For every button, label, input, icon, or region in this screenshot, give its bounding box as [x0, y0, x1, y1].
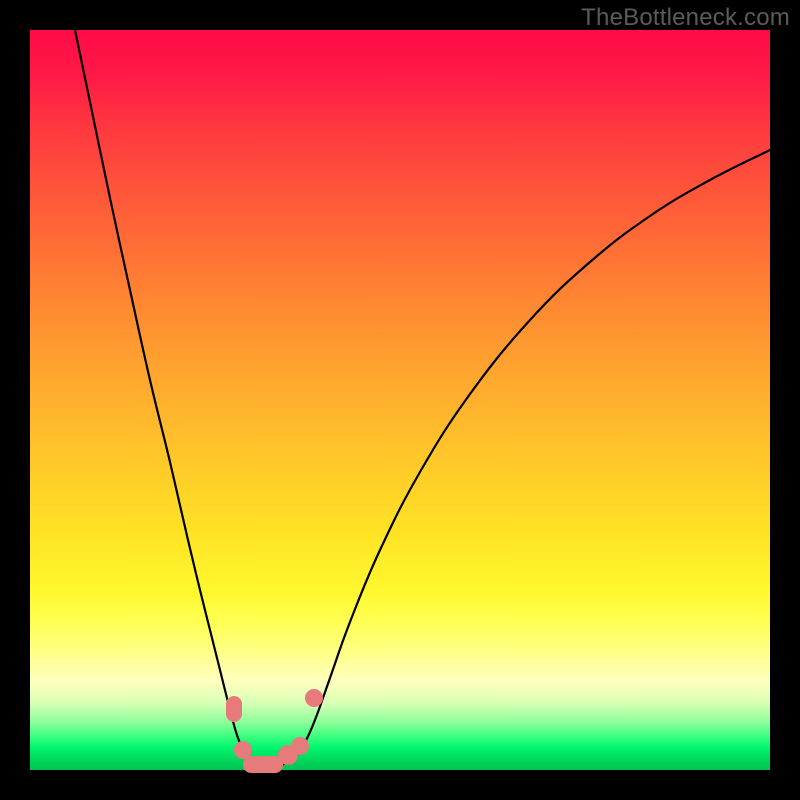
- data-marker: [291, 737, 309, 755]
- bottleneck-curve: [75, 30, 770, 766]
- data-marker: [243, 756, 283, 773]
- data-marker: [305, 689, 323, 707]
- watermark-text: TheBottleneck.com: [581, 4, 790, 32]
- data-marker: [226, 696, 242, 722]
- curve-svg: [30, 30, 770, 770]
- marker-group: [226, 689, 323, 773]
- chart-plot-area: [30, 30, 770, 770]
